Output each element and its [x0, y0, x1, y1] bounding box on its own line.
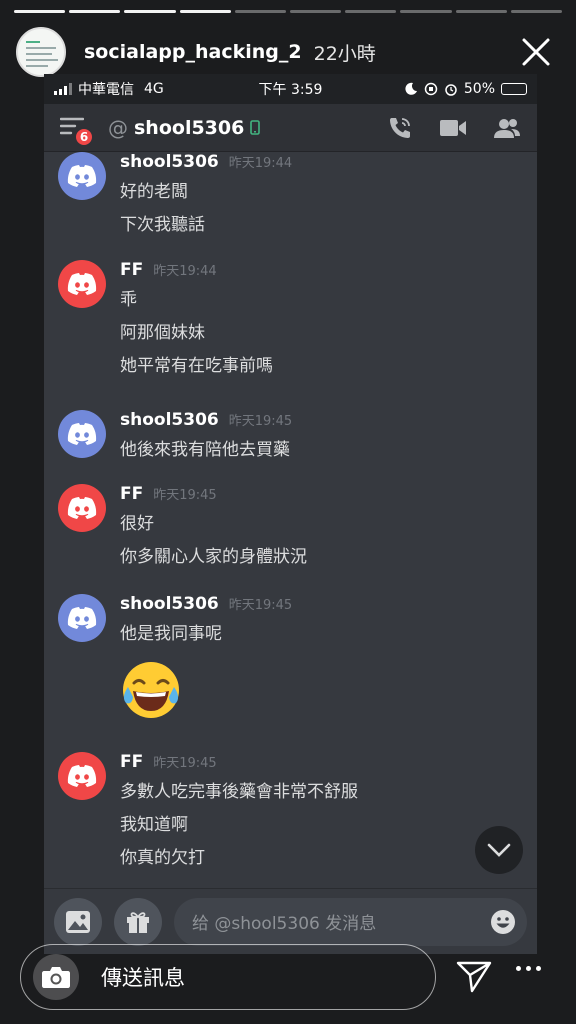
shared-screenshot: 中華電信 4G 下午 3:59 50% 6 @ shool5306 shool5…: [44, 74, 537, 954]
message-group[interactable]: shool5306 昨天19:45 他是我同事呢: [58, 594, 523, 721]
message-text[interactable]: 我知道啊: [120, 809, 523, 842]
status-bar: 中華電信 4G 下午 3:59 50%: [44, 74, 537, 104]
avatar[interactable]: [58, 260, 106, 308]
message-timestamp: 昨天19:44: [228, 156, 293, 171]
message-text[interactable]: 乖: [120, 284, 523, 317]
discord-logo-icon: [67, 165, 97, 187]
message-text[interactable]: 你真的欠打: [120, 842, 523, 875]
avatar[interactable]: [58, 594, 106, 642]
battery-icon: [501, 83, 527, 95]
chat-title[interactable]: shool5306: [134, 117, 244, 139]
story-progress-segment: [510, 10, 563, 13]
laughing-emoji-icon[interactable]: [120, 659, 182, 721]
message-timestamp: 昨天19:45: [153, 756, 217, 771]
discord-logo-icon: [67, 765, 97, 787]
story-time: 22小時: [313, 42, 376, 65]
moon-icon: [405, 82, 417, 95]
unread-badge: 6: [74, 126, 94, 147]
story-progress: [14, 10, 563, 13]
more-options-icon[interactable]: [516, 966, 541, 971]
message-input[interactable]: 给 @shool5306 发消息: [174, 897, 527, 946]
message-timestamp: 昨天19:45: [228, 414, 293, 429]
rotation-lock-icon: [424, 82, 438, 96]
emoji-icon[interactable]: [489, 908, 517, 936]
network-label: 4G: [144, 81, 164, 97]
phone-call-icon[interactable]: [387, 115, 413, 141]
send-icon[interactable]: [456, 960, 492, 994]
attach-image-button[interactable]: [54, 897, 102, 946]
message-timestamp: 昨天19:45: [228, 598, 293, 613]
story-avatar[interactable]: [16, 27, 66, 77]
message-author[interactable]: shool5306: [120, 152, 219, 172]
message-text[interactable]: 很好: [120, 508, 523, 541]
message-list[interactable]: shool5306 昨天19:44 好的老闆 下次我聽話 FF 昨天19:44 乖阿那個妹妹…: [44, 152, 537, 888]
message-timestamp: 昨天19:44: [153, 264, 217, 279]
message-text[interactable]: 她平常有在吃事前嗎: [120, 350, 523, 383]
alarm-icon: [445, 84, 457, 96]
send-gift-button[interactable]: [114, 897, 162, 946]
avatar[interactable]: [58, 152, 106, 200]
message-timestamp: 昨天19:45: [153, 488, 217, 503]
story-progress-segment: [234, 10, 287, 13]
message-group[interactable]: shool5306 昨天19:45 他後來我有陪他去買藥: [58, 410, 523, 467]
at-icon: @: [108, 115, 128, 140]
gift-icon: [127, 911, 149, 933]
message-group[interactable]: FF 昨天19:44 乖阿那個妹妹 她平常有在吃事前嗎: [58, 260, 523, 383]
message-text[interactable]: 阿那個妹妹: [120, 317, 523, 350]
story-progress-segment: [400, 10, 452, 13]
signal-icon: [54, 83, 72, 95]
story-header: socialapp_hacking_2 22小時: [16, 26, 564, 78]
battery-percent: 50%: [463, 81, 495, 97]
message-group[interactable]: shool5306 昨天19:44 好的老闆 下次我聽話: [58, 152, 523, 242]
message-input-placeholder: 给 @shool5306 发消息: [192, 914, 377, 934]
menu-button[interactable]: 6: [59, 117, 94, 147]
story-reply-bar[interactable]: 傳送訊息: [20, 944, 436, 1010]
carrier-label: 中華電信: [78, 82, 134, 98]
message-author[interactable]: FF: [120, 752, 143, 772]
story-progress-segment: [124, 10, 176, 13]
message-author[interactable]: FF: [120, 260, 143, 280]
chevron-down-icon: [487, 843, 511, 857]
message-text[interactable]: 好的老闆: [120, 176, 523, 209]
reply-input-placeholder: 傳送訊息: [101, 966, 185, 990]
camera-button[interactable]: [33, 954, 79, 1000]
message-text[interactable]: 你多關心人家的身體狀況: [120, 541, 523, 574]
message-text[interactable]: 他後來我有陪他去買藥: [120, 434, 523, 467]
message-author[interactable]: FF: [120, 484, 143, 504]
story-username[interactable]: socialapp_hacking_2: [84, 41, 302, 63]
message-group[interactable]: FF 昨天19:45 多數人吃完事後藥會非常不舒服 我知道啊 你真的欠打: [58, 752, 523, 875]
message-author[interactable]: shool5306: [120, 410, 219, 430]
discord-logo-icon: [67, 423, 97, 445]
avatar[interactable]: [58, 410, 106, 458]
close-icon[interactable]: [518, 34, 554, 70]
discord-logo-icon: [67, 607, 97, 629]
story-progress-segment: [69, 10, 121, 13]
message-text[interactable]: 多數人吃完事後藥會非常不舒服: [120, 776, 523, 809]
video-call-icon[interactable]: [439, 117, 467, 139]
story-progress-segment: [345, 10, 397, 13]
story-progress-segment: [455, 10, 507, 13]
story-progress-segment: [179, 10, 231, 13]
avatar[interactable]: [58, 752, 106, 800]
camera-icon: [42, 967, 70, 988]
chat-header: 6 @ shool5306: [44, 104, 537, 152]
discord-logo-icon: [67, 497, 97, 519]
story-progress-segment: [290, 10, 342, 13]
image-icon: [66, 910, 90, 933]
members-icon[interactable]: [493, 117, 521, 139]
story-progress-segment: [14, 10, 66, 13]
mobile-online-icon: [250, 120, 261, 135]
message-group[interactable]: FF 昨天19:45 很好 你多關心人家的身體狀況: [58, 484, 523, 574]
avatar[interactable]: [58, 484, 106, 532]
message-author[interactable]: shool5306: [120, 594, 219, 614]
scroll-to-bottom-button[interactable]: [475, 826, 523, 874]
message-text[interactable]: 他是我同事呢: [120, 618, 523, 651]
discord-logo-icon: [67, 273, 97, 295]
message-text[interactable]: 下次我聽話: [120, 209, 523, 242]
